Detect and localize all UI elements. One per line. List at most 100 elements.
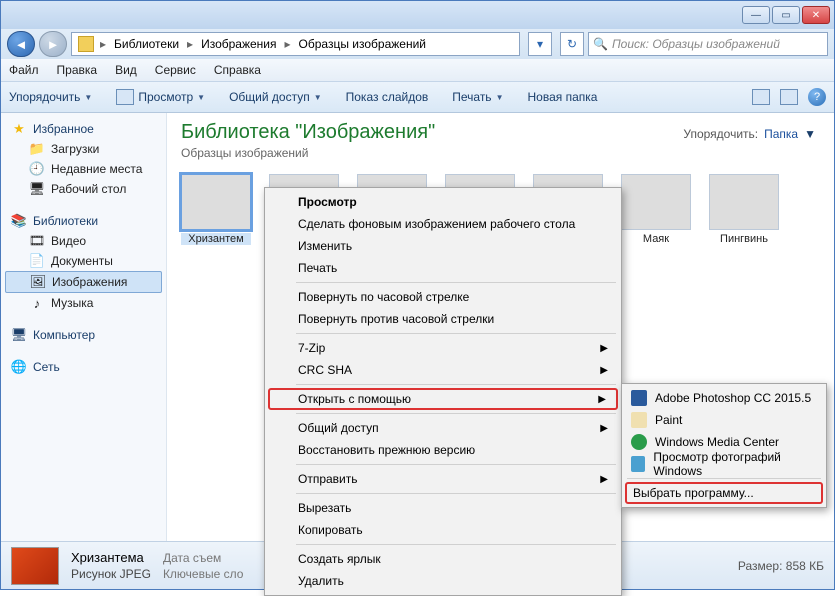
recent-icon: 🕘 bbox=[29, 161, 45, 177]
sidebar-item-desktop[interactable]: 🖥Рабочий стол bbox=[1, 179, 166, 199]
thumbnail-label: Хризантем bbox=[181, 233, 251, 245]
print-button[interactable]: Печать▼ bbox=[452, 90, 503, 104]
menu-tools[interactable]: Сервис bbox=[155, 63, 196, 77]
organize-button[interactable]: Упорядочить▼ bbox=[9, 90, 92, 104]
search-input[interactable]: 🔍 Поиск: Образцы изображений bbox=[588, 32, 828, 56]
thumbnail-item[interactable]: Пингвинь bbox=[709, 174, 779, 245]
video-icon: 🎞 bbox=[29, 233, 45, 249]
app-icon bbox=[631, 456, 645, 472]
breadcrumb[interactable]: ▸ Библиотеки ▸ Изображения ▸ Образцы изо… bbox=[71, 32, 520, 56]
sidebar-item-video[interactable]: 🎞Видео bbox=[1, 231, 166, 251]
help-icon[interactable]: ? bbox=[808, 88, 826, 106]
context-menu-item[interactable]: Печать bbox=[268, 257, 618, 279]
submenu-label: Windows Media Center bbox=[655, 435, 779, 449]
context-menu-item[interactable]: Создать ярлык bbox=[268, 548, 618, 570]
folder-icon: 📁 bbox=[29, 141, 45, 157]
close-button[interactable]: ✕ bbox=[802, 6, 830, 24]
forward-button[interactable]: ► bbox=[39, 31, 67, 57]
crumb-item[interactable]: Библиотеки bbox=[108, 33, 185, 55]
computer-icon: 🖥 bbox=[11, 327, 27, 343]
view-button[interactable]: Просмотр▼ bbox=[116, 89, 205, 105]
sidebar-item-downloads[interactable]: 📁Загрузки bbox=[1, 139, 166, 159]
crumb-item[interactable]: Изображения bbox=[195, 33, 282, 55]
star-icon: ★ bbox=[11, 121, 27, 137]
selected-filename: Хризантема bbox=[71, 550, 151, 565]
menu-file[interactable]: Файл bbox=[9, 63, 39, 77]
thumbnail-label: Маяк bbox=[621, 233, 691, 245]
submenu-item[interactable]: Выбрать программу... bbox=[625, 482, 823, 504]
newfolder-button[interactable]: Новая папка bbox=[527, 90, 597, 104]
menu-help[interactable]: Справка bbox=[214, 63, 261, 77]
image-icon: 🖼 bbox=[30, 274, 46, 290]
menubar: Файл Правка Вид Сервис Справка bbox=[1, 59, 834, 81]
app-icon bbox=[631, 390, 647, 406]
thumbnail-item[interactable]: Маяк bbox=[621, 174, 691, 245]
sidebar-item-recent[interactable]: 🕘Недавние места bbox=[1, 159, 166, 179]
search-placeholder: Поиск: Образцы изображений bbox=[612, 37, 780, 51]
keywords-label: Ключевые сло bbox=[163, 567, 243, 581]
submenu-label: Выбрать программу... bbox=[633, 486, 754, 500]
sidebar-item-images[interactable]: 🖼Изображения bbox=[5, 271, 162, 293]
date-label: Дата съем bbox=[163, 551, 243, 565]
context-menu-item[interactable]: Сделать фоновым изображением рабочего ст… bbox=[268, 213, 618, 235]
share-button[interactable]: Общий доступ▼ bbox=[229, 90, 322, 104]
preview-pane-icon[interactable] bbox=[780, 89, 798, 105]
context-menu-item[interactable]: Отправить▶ bbox=[268, 468, 618, 490]
submenu-label: Adobe Photoshop CC 2015.5 bbox=[655, 391, 811, 405]
thumbnail-image bbox=[709, 174, 779, 230]
desktop-icon: 🖥 bbox=[29, 181, 45, 197]
size-info: Размер: 858 КБ bbox=[738, 559, 824, 573]
network-icon: 🌐 bbox=[11, 359, 27, 375]
context-menu-item[interactable]: Удалить bbox=[268, 570, 618, 592]
context-menu: ПросмотрСделать фоновым изображением раб… bbox=[264, 187, 622, 596]
preview-thumbnail bbox=[11, 547, 59, 585]
library-subtitle: Образцы изображений bbox=[181, 146, 820, 160]
music-icon: ♪ bbox=[29, 295, 45, 311]
sort-control[interactable]: Упорядочить: Папка ▼ bbox=[683, 127, 816, 141]
thumbnail-image bbox=[181, 174, 251, 230]
context-menu-item[interactable]: Копировать bbox=[268, 519, 618, 541]
view-icon bbox=[116, 89, 134, 105]
sidebar-item-documents[interactable]: 📄Документы bbox=[1, 251, 166, 271]
library-icon: 📚 bbox=[11, 213, 27, 229]
submenu-item[interactable]: Просмотр фотографий Windows bbox=[625, 453, 823, 475]
submenu-item[interactable]: Paint bbox=[625, 409, 823, 431]
submenu-arrow-icon: ▶ bbox=[600, 423, 608, 434]
sidebar-libraries[interactable]: 📚Библиотеки bbox=[1, 211, 166, 231]
context-menu-item[interactable]: Просмотр bbox=[268, 191, 618, 213]
chevron-down-icon: ▼ bbox=[804, 127, 816, 141]
context-menu-item[interactable]: Повернуть против часовой стрелки bbox=[268, 308, 618, 330]
context-menu-item[interactable]: Вырезать bbox=[268, 497, 618, 519]
slideshow-button[interactable]: Показ слайдов bbox=[346, 90, 429, 104]
context-menu-item[interactable]: Общий доступ▶ bbox=[268, 417, 618, 439]
app-icon bbox=[631, 412, 647, 428]
sidebar-favorites[interactable]: ★Избранное bbox=[1, 119, 166, 139]
sidebar-computer[interactable]: 🖥Компьютер bbox=[1, 325, 166, 345]
explorer-window: — ▭ ✕ ◄ ► ▸ Библиотеки ▸ Изображения ▸ О… bbox=[0, 0, 835, 590]
refresh-button[interactable]: ↻ bbox=[560, 32, 584, 56]
layout-icon[interactable] bbox=[752, 89, 770, 105]
titlebar: — ▭ ✕ bbox=[1, 1, 834, 29]
context-menu-item[interactable]: Изменить bbox=[268, 235, 618, 257]
maximize-button[interactable]: ▭ bbox=[772, 6, 800, 24]
context-menu-item[interactable]: 7-Zip▶ bbox=[268, 337, 618, 359]
menu-view[interactable]: Вид bbox=[115, 63, 137, 77]
context-menu-item[interactable]: Открыть с помощью▶ bbox=[268, 388, 618, 410]
crumb-item[interactable]: Образцы изображений bbox=[293, 33, 432, 55]
minimize-button[interactable]: — bbox=[742, 6, 770, 24]
sidebar-item-music[interactable]: ♪Музыка bbox=[1, 293, 166, 313]
menu-edit[interactable]: Правка bbox=[57, 63, 98, 77]
nav-row: ◄ ► ▸ Библиотеки ▸ Изображения ▸ Образцы… bbox=[1, 29, 834, 59]
context-menu-item[interactable]: Восстановить прежнюю версию bbox=[268, 439, 618, 461]
thumbnail-item[interactable]: Хризантем bbox=[181, 174, 251, 245]
context-menu-item[interactable]: Повернуть по часовой стрелке bbox=[268, 286, 618, 308]
back-button[interactable]: ◄ bbox=[7, 31, 35, 57]
app-icon bbox=[631, 434, 647, 450]
folder-icon bbox=[78, 36, 94, 52]
dropdown-button[interactable]: ▾ bbox=[528, 32, 552, 56]
sidebar: ★Избранное 📁Загрузки 🕘Недавние места 🖥Ра… bbox=[1, 113, 167, 541]
context-menu-item[interactable]: CRC SHA▶ bbox=[268, 359, 618, 381]
sidebar-network[interactable]: 🌐Сеть bbox=[1, 357, 166, 377]
submenu-item[interactable]: Adobe Photoshop CC 2015.5 bbox=[625, 387, 823, 409]
submenu-arrow-icon: ▶ bbox=[600, 343, 608, 354]
